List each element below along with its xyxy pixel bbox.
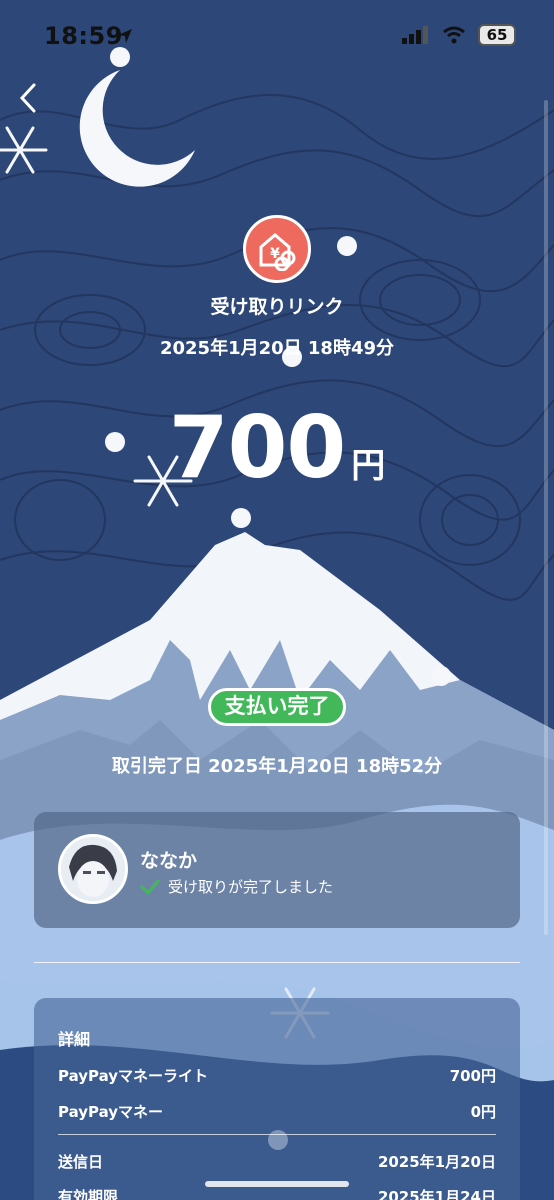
- signal-icon: [402, 26, 428, 44]
- detail-label: PayPayマネーライト: [58, 1067, 209, 1085]
- recipient-name: ななか: [140, 850, 198, 872]
- recipient-status-text: 受け取りが完了しました: [168, 878, 334, 896]
- wifi-icon: [443, 26, 465, 44]
- detail-row-sent-date: 送信日 2025年1月20日: [58, 1151, 496, 1172]
- details-card: 詳細 PayPayマネーライト 700円 PayPayマネー 0円 送信日 20…: [34, 998, 520, 1200]
- detail-row-money-lite: PayPayマネーライト 700円: [58, 1065, 496, 1086]
- link-datetime: 2025年1月20日 18時49分: [159, 338, 395, 359]
- avatar: [58, 834, 128, 904]
- check-icon: [140, 879, 160, 895]
- battery-icon: 65: [478, 24, 516, 46]
- detail-row-money: PayPayマネー 0円: [58, 1101, 496, 1122]
- amount-unit: 円: [351, 446, 386, 486]
- status-time: 18:59: [44, 22, 123, 50]
- home-indicator[interactable]: [205, 1181, 349, 1187]
- detail-label: 有効期限: [58, 1188, 119, 1200]
- yen-link-icon: ¥: [243, 215, 311, 283]
- recipient-status: 受け取りが完了しました: [140, 876, 333, 897]
- detail-value: 2025年1月20日: [377, 1153, 496, 1171]
- status-indicators: 65: [402, 24, 516, 46]
- detail-label: PayPayマネー: [58, 1103, 164, 1121]
- detail-value: 700円: [449, 1067, 496, 1085]
- amount: 700 円: [0, 398, 554, 498]
- battery-level: 65: [486, 26, 508, 44]
- details-title: 詳細: [58, 1030, 91, 1049]
- detail-value: 0円: [470, 1103, 496, 1121]
- details-divider: [58, 1134, 496, 1135]
- detail-row-expiry: 有効期限 2025年1月24日: [58, 1186, 496, 1200]
- divider: [34, 962, 520, 963]
- status-bar: 18:59 65: [0, 0, 554, 64]
- amount-value: 700: [168, 398, 347, 498]
- scrollbar[interactable]: [544, 100, 548, 935]
- status-badge: 支払い完了: [208, 688, 346, 726]
- detail-label: 送信日: [58, 1153, 104, 1171]
- transaction-completed-date: 取引完了日 2025年1月20日 18時52分: [111, 756, 443, 777]
- link-title: 受け取りリンク: [210, 296, 344, 318]
- back-icon: [19, 83, 36, 113]
- avatar-image: [61, 837, 125, 901]
- back-button[interactable]: [12, 80, 44, 116]
- detail-value: 2025年1月24日: [377, 1188, 496, 1200]
- recipient-card[interactable]: ななか 受け取りが完了しました: [34, 812, 520, 928]
- location-arrow-icon: [118, 29, 132, 43]
